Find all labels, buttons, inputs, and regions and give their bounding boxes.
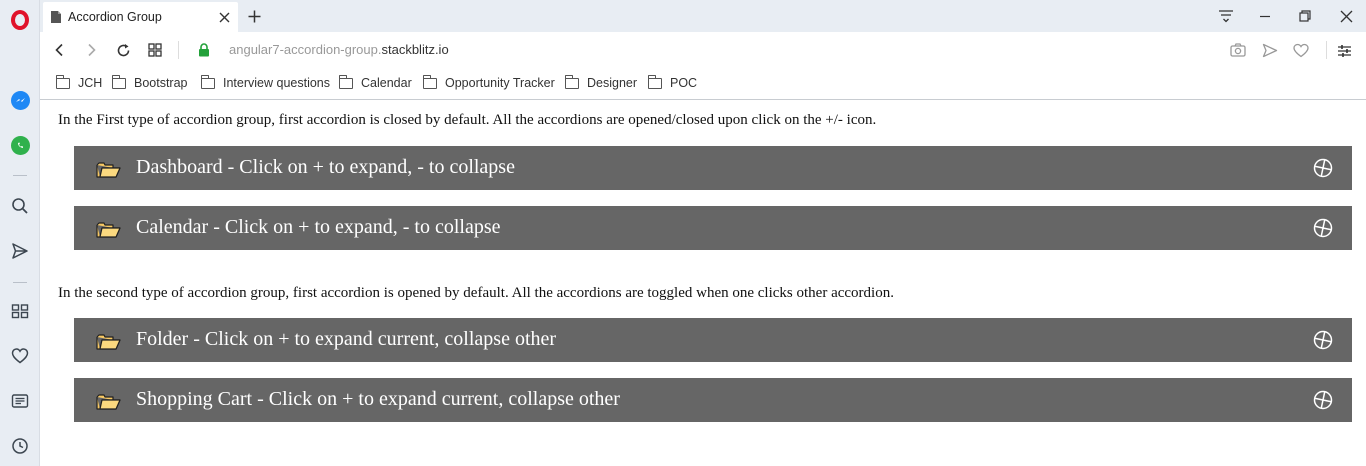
folder-icon — [200, 74, 215, 89]
folder-icon — [647, 74, 662, 89]
accordion-shopping-cart[interactable]: Shopping Cart - Click on + to expand cur… — [74, 378, 1352, 422]
bookmark-poc[interactable]: POC — [647, 74, 698, 90]
messenger-icon[interactable] — [0, 85, 40, 115]
bookmark-opportunity-tracker[interactable]: Opportunity Tracker — [422, 74, 555, 90]
accordion-title: Dashboard - Click on + to expand, - to c… — [136, 156, 515, 178]
secure-lock-icon[interactable] — [192, 38, 216, 62]
page-content: In the First type of accordion group, fi… — [40, 101, 1366, 466]
minimize-icon[interactable] — [1247, 3, 1283, 29]
expand-toggle-icon[interactable] — [1313, 390, 1333, 410]
speed-dial-icon[interactable] — [0, 296, 40, 326]
group2-description: In the second type of accordion group, f… — [58, 285, 894, 301]
bookmark-label: Designer — [587, 76, 638, 90]
tab-active[interactable]: Accordion Group — [43, 2, 238, 32]
bookmark-designer[interactable]: Designer — [564, 74, 638, 90]
bookmark-jch[interactable]: JCH — [55, 74, 103, 90]
bookmark-label: POC — [670, 76, 698, 90]
tabs-grid-icon[interactable] — [143, 38, 167, 62]
bookmark-label: JCH — [78, 76, 103, 90]
folder-icon — [111, 74, 126, 89]
bookmark-bootstrap[interactable]: Bootstrap — [111, 74, 188, 90]
whatsapp-icon[interactable] — [0, 130, 40, 160]
easy-setup-icon[interactable] — [1332, 38, 1356, 62]
bookmark-label: Calendar — [361, 76, 412, 90]
expand-toggle-icon[interactable] — [1313, 218, 1333, 238]
group1-description: In the First type of accordion group, fi… — [58, 112, 877, 128]
accordion-title: Folder - Click on + to expand current, c… — [136, 328, 557, 350]
tab-menu-icon[interactable] — [1208, 3, 1244, 29]
restore-icon[interactable] — [1287, 3, 1323, 29]
bookmark-label: Opportunity Tracker — [445, 76, 555, 90]
accordion-dashboard[interactable]: Dashboard - Click on + to expand, - to c… — [74, 146, 1352, 190]
opera-logo-icon[interactable] — [0, 5, 40, 35]
send-icon[interactable] — [0, 236, 40, 266]
bookmark-label: Interview questions — [223, 76, 331, 90]
accordion-folder[interactable]: Folder - Click on + to expand current, c… — [74, 318, 1352, 362]
tab-bar: Accordion Group — [40, 0, 1366, 32]
folder-icon — [55, 74, 70, 89]
news-icon[interactable] — [0, 386, 40, 416]
tab-title: Accordion Group — [68, 10, 162, 24]
open-folder-icon — [96, 334, 121, 350]
open-folder-icon — [96, 222, 121, 238]
new-tab-icon[interactable] — [243, 5, 265, 27]
reload-icon[interactable] — [111, 38, 135, 62]
url-field[interactable]: angular7-accordion-group.stackblitz.io — [229, 42, 449, 57]
snapshot-icon[interactable] — [1226, 38, 1250, 62]
accordion-title: Shopping Cart - Click on + to expand cur… — [136, 388, 620, 410]
page-icon — [51, 11, 61, 23]
open-folder-icon — [96, 162, 121, 178]
forward-icon[interactable] — [79, 38, 103, 62]
back-icon[interactable] — [48, 38, 72, 62]
folder-icon — [338, 74, 353, 89]
address-bar: angular7-accordion-group.stackblitz.io — [40, 32, 1366, 68]
url-prefix: angular7-accordion-group. — [229, 42, 382, 57]
history-icon[interactable] — [0, 431, 40, 461]
close-window-icon[interactable] — [1328, 3, 1364, 29]
opera-sidebar — [0, 0, 40, 466]
expand-toggle-icon[interactable] — [1313, 158, 1333, 178]
bookmarks-bar: JCH Bootstrap Interview questions Calend… — [40, 68, 1366, 100]
tab-close-icon[interactable] — [213, 6, 235, 28]
url-domain: stackblitz.io — [381, 42, 449, 57]
accordion-calendar[interactable]: Calendar - Click on + to expand, - to co… — [74, 206, 1352, 250]
bookmark-heart-icon[interactable] — [1289, 38, 1313, 62]
bookmark-calendar[interactable]: Calendar — [338, 74, 412, 90]
send-to-flow-icon[interactable] — [1258, 38, 1282, 62]
accordion-title: Calendar - Click on + to expand, - to co… — [136, 216, 501, 238]
heart-icon[interactable] — [0, 341, 40, 371]
bookmark-label: Bootstrap — [134, 76, 188, 90]
folder-icon — [422, 74, 437, 89]
folder-icon — [564, 74, 579, 89]
search-icon[interactable] — [0, 191, 40, 221]
bookmark-interview-questions[interactable]: Interview questions — [200, 74, 331, 90]
open-folder-icon — [96, 394, 121, 410]
expand-toggle-icon[interactable] — [1313, 330, 1333, 350]
